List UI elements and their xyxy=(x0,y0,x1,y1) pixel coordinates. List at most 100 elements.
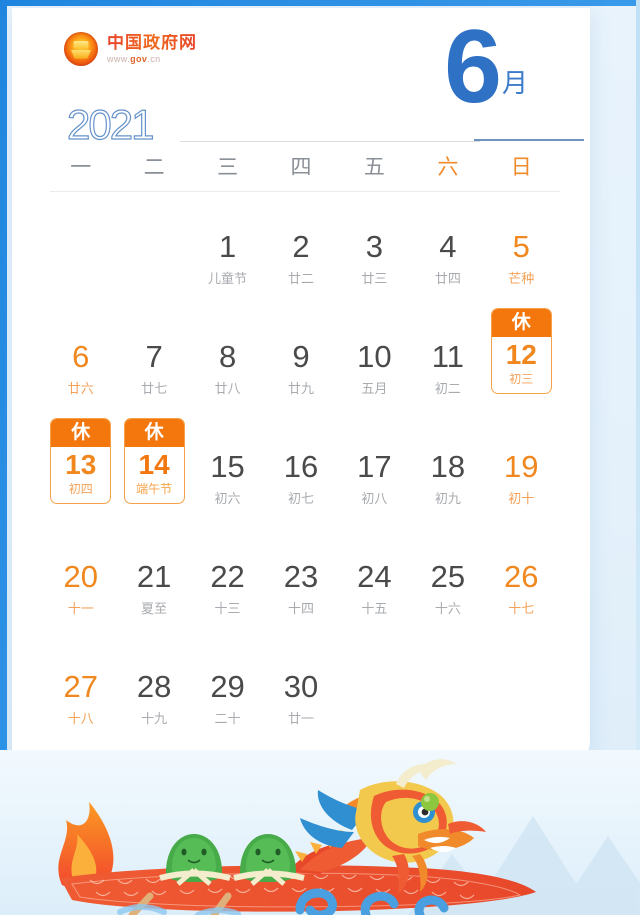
day-cell-4[interactable]: 4 廿四 xyxy=(411,204,484,314)
day-cell-27[interactable]: 27 十八 xyxy=(44,644,117,754)
national-emblem-icon xyxy=(64,32,98,66)
day-cell-16[interactable]: 16 初七 xyxy=(264,424,337,534)
day-cell-empty xyxy=(338,644,411,754)
day-cell-11[interactable]: 11 初二 xyxy=(411,314,484,424)
day-number: 4 xyxy=(439,229,457,265)
day-number: 13 xyxy=(65,448,97,480)
weekday-header-2: 二 xyxy=(143,155,165,179)
day-number: 5 xyxy=(512,229,530,265)
day-cell-9[interactable]: 9 廿九 xyxy=(264,314,337,424)
dragon-boat-illustration xyxy=(0,750,640,915)
day-lunar-label: 十七 xyxy=(508,601,535,617)
rest-label: 休 xyxy=(491,309,551,337)
day-cell-18[interactable]: 18 初九 xyxy=(411,424,484,534)
weekday-header-7: 日 xyxy=(510,155,532,179)
day-cell-5[interactable]: 5 芒种 xyxy=(485,204,558,314)
rest-day-badge: 休 14 端午节 xyxy=(123,418,185,504)
day-cell-25[interactable]: 25 十六 xyxy=(411,534,484,644)
day-lunar-label: 十三 xyxy=(214,601,241,617)
day-number: 2 xyxy=(292,229,310,265)
weekday-header-6: 六 xyxy=(437,155,459,179)
day-lunar-label: 初四 xyxy=(68,481,93,496)
day-cell-26[interactable]: 26 十七 xyxy=(485,534,558,644)
day-number: 29 xyxy=(210,669,245,705)
day-number: 6 xyxy=(72,339,90,375)
day-number: 25 xyxy=(430,559,466,595)
header-divider-thick xyxy=(474,139,584,141)
day-cell-6[interactable]: 6 廿六 xyxy=(44,314,117,424)
day-cell-19[interactable]: 19 初十 xyxy=(485,424,558,534)
day-cell-30[interactable]: 30 廿一 xyxy=(264,644,337,754)
day-cell-29[interactable]: 29 二十 xyxy=(191,644,264,754)
day-cell-28[interactable]: 28 十九 xyxy=(117,644,190,754)
day-cell-23[interactable]: 23 十四 xyxy=(264,534,337,644)
day-lunar-label: 十五 xyxy=(361,601,388,617)
weekday-header-3: 三 xyxy=(217,155,239,179)
day-number: 16 xyxy=(283,449,319,485)
weekday-divider xyxy=(50,191,560,192)
day-cell-14[interactable]: 休 14 端午节 xyxy=(117,418,190,534)
month-title: 6 月 xyxy=(444,15,528,118)
day-cell-22[interactable]: 22 十三 xyxy=(191,534,264,644)
rest-label: 休 xyxy=(51,419,111,447)
day-number: 9 xyxy=(292,339,310,375)
day-number: 20 xyxy=(63,559,98,595)
day-number: 14 xyxy=(138,448,170,480)
site-brand[interactable]: 中国政府网 www.gov.cn xyxy=(64,32,197,66)
day-cell-12[interactable]: 休 12 初三 xyxy=(485,308,558,424)
day-cell-20[interactable]: 20 十一 xyxy=(44,534,117,644)
url-mid: gov xyxy=(130,54,148,65)
day-number: 19 xyxy=(504,449,539,485)
day-number: 26 xyxy=(504,559,539,595)
day-lunar-label: 端午节 xyxy=(136,481,173,496)
url-suffix: .cn xyxy=(147,54,161,65)
day-cell-24[interactable]: 24 十五 xyxy=(338,534,411,644)
day-number: 8 xyxy=(218,339,237,375)
day-lunar-label: 初八 xyxy=(361,491,388,507)
day-cell-2[interactable]: 2 廿二 xyxy=(264,204,337,314)
day-cell-15[interactable]: 15 初六 xyxy=(191,424,264,534)
day-cell-21[interactable]: 21 夏至 xyxy=(117,534,190,644)
day-number: 28 xyxy=(136,669,172,705)
day-lunar-label: 夏至 xyxy=(141,601,168,617)
day-number: 30 xyxy=(283,669,319,705)
day-cell-17[interactable]: 17 初八 xyxy=(338,424,411,534)
day-number: 10 xyxy=(357,339,392,375)
day-lunar-label: 初三 xyxy=(509,371,534,386)
day-lunar-label: 廿八 xyxy=(214,381,241,397)
day-lunar-label: 二十 xyxy=(214,711,241,727)
calendar-card: 中国政府网 www.gov.cn 6 月 2021 一二三四五六日 1 儿童节 2 廿… xyxy=(12,8,590,774)
day-number: 1 xyxy=(218,229,237,265)
day-number: 11 xyxy=(431,339,464,375)
day-lunar-label: 廿六 xyxy=(67,381,94,397)
day-lunar-label: 十八 xyxy=(67,711,94,727)
day-cell-3[interactable]: 3 廿三 xyxy=(338,204,411,314)
day-lunar-label: 十一 xyxy=(67,601,94,617)
day-number: 15 xyxy=(210,449,245,485)
day-lunar-label: 初六 xyxy=(214,491,241,507)
rest-day-badge: 休 13 初四 xyxy=(50,418,112,504)
day-cell-8[interactable]: 8 廿八 xyxy=(191,314,264,424)
day-lunar-label: 廿一 xyxy=(287,711,314,727)
day-cell-1[interactable]: 1 儿童节 xyxy=(191,204,264,314)
day-number: 12 xyxy=(505,338,537,370)
header-divider-thin xyxy=(180,141,480,142)
day-lunar-label: 五月 xyxy=(361,381,388,397)
year-label: 2021 xyxy=(66,101,155,148)
month-unit-label: 月 xyxy=(501,67,528,98)
day-lunar-label: 廿三 xyxy=(361,271,388,287)
weekday-header-row: 一二三四五六日 xyxy=(44,151,558,181)
brand-url: www.gov.cn xyxy=(107,54,197,64)
day-number: 3 xyxy=(365,229,384,265)
day-number: 27 xyxy=(63,669,98,705)
day-cell-10[interactable]: 10 五月 xyxy=(338,314,411,424)
day-cell-empty xyxy=(411,644,484,754)
day-number: 21 xyxy=(136,559,172,595)
day-number: 24 xyxy=(357,559,392,595)
day-lunar-label: 儿童节 xyxy=(208,271,248,287)
day-cell-13[interactable]: 休 13 初四 xyxy=(44,418,117,534)
day-cell-empty xyxy=(44,204,117,314)
page-background: 中国政府网 www.gov.cn 6 月 2021 一二三四五六日 1 儿童节 2 廿… xyxy=(0,0,640,915)
day-cell-7[interactable]: 7 廿七 xyxy=(117,314,190,424)
day-lunar-label: 廿四 xyxy=(434,271,461,287)
